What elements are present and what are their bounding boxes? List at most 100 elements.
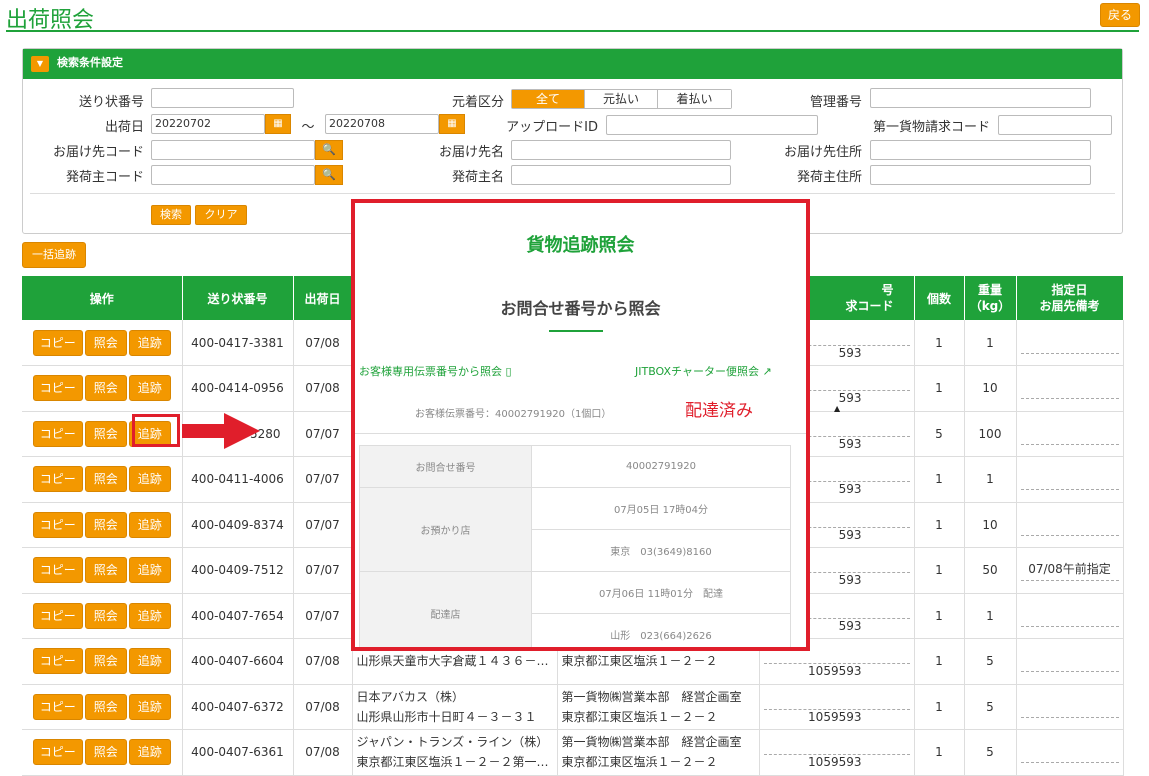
track-button[interactable]: 追跡: [128, 602, 171, 629]
upload-id-input[interactable]: [606, 115, 818, 135]
mgmt-no-input[interactable]: [870, 88, 1091, 108]
inquiry-button[interactable]: 照会: [84, 375, 127, 402]
detail-value: 山形 023(664)2626: [531, 613, 791, 647]
detail-value: 07月05日 17時04分: [531, 487, 791, 530]
search-panel-title: 検索条件設定: [57, 56, 123, 69]
shipper-address-input[interactable]: [870, 165, 1091, 185]
tracking-no-input[interactable]: [151, 88, 294, 108]
track-button[interactable]: 追跡: [128, 375, 171, 402]
tracking-cell[interactable]: 400-0407-7654: [182, 593, 294, 639]
copy-button[interactable]: コピー: [32, 329, 83, 356]
inquiry-button[interactable]: 照会: [84, 602, 127, 629]
delivery-code-input[interactable]: [151, 140, 315, 160]
track-button[interactable]: 追跡: [128, 329, 171, 356]
count-cell: 1: [914, 684, 965, 730]
copy-button[interactable]: コピー: [32, 420, 83, 447]
count-cell: 1: [914, 729, 965, 776]
row-actions: コピー 照会 追跡: [22, 365, 183, 412]
track-button[interactable]: 追跡: [128, 648, 171, 675]
track-button[interactable]: 追跡: [128, 511, 171, 538]
tracking-cell[interactable]: 400-0411-4006: [182, 456, 294, 503]
search-icon[interactable]: 🔍: [315, 165, 343, 185]
copy-button[interactable]: コピー: [32, 648, 83, 675]
col-ops: 操作: [22, 276, 183, 320]
highlight-box: [132, 414, 180, 447]
copy-button[interactable]: コピー: [32, 693, 83, 720]
note-cell: [1016, 456, 1124, 503]
date-from-input[interactable]: 20220702: [151, 114, 265, 134]
tracking-cell[interactable]: 400-0417-3381: [182, 320, 294, 366]
copy-button[interactable]: コピー: [32, 375, 83, 402]
tracking-cell[interactable]: 400-0407-6604: [182, 638, 294, 685]
tracking-cell[interactable]: 400-0409-7512: [182, 547, 294, 594]
copy-button[interactable]: コピー: [32, 739, 83, 766]
weight-cell: 1: [964, 320, 1017, 366]
date-cell: 07/08: [293, 320, 353, 366]
inquiry-button[interactable]: 照会: [84, 557, 127, 584]
date-to-input[interactable]: 20220708: [325, 114, 439, 134]
inquiry-button[interactable]: 照会: [84, 511, 127, 538]
inquiry-button[interactable]: 照会: [84, 466, 127, 493]
delivery-address-input[interactable]: [870, 140, 1091, 160]
title-divider: [6, 30, 1139, 32]
fare-option-cod[interactable]: 着払い: [658, 90, 731, 108]
jitbox-link[interactable]: JITBOXチャーター便照会 ↗: [635, 363, 772, 379]
track-button[interactable]: 追跡: [128, 466, 171, 493]
popup-subtitle: お問合せ番号から照会: [500, 299, 661, 318]
weight-cell: 5: [964, 729, 1017, 776]
track-button[interactable]: 追跡: [128, 693, 171, 720]
customer-slip-link[interactable]: お客様専用伝票番号から照会 ▯: [359, 363, 512, 379]
copy-button[interactable]: コピー: [32, 511, 83, 538]
destination-cell: ジャパン・トランズ・ライン（株） 東京都江東区塩浜１－２－２第一…: [352, 729, 558, 776]
table-row: コピー 照会 追跡 400-0407-6361 07/08 ジャパン・トランズ・ライン（株…: [22, 729, 1124, 776]
copy-button[interactable]: コピー: [32, 602, 83, 629]
row-actions: コピー 照会 追跡: [22, 456, 183, 503]
tracking-cell[interactable]: 400-0407-6372: [182, 684, 294, 730]
table-row: コピー 照会 追跡 400-0407-6372 07/08 日本アバカス（株） 山形県山形市…: [22, 684, 1124, 730]
tracking-cell[interactable]: 400-0414-0956: [182, 365, 294, 412]
delivery-status: 配達済み: [685, 401, 753, 421]
document-icon: ▯: [505, 365, 512, 378]
popup-underline: [549, 330, 603, 332]
delivery-name-input[interactable]: [511, 140, 731, 160]
note-cell: 07/08午前指定: [1016, 547, 1124, 594]
count-cell: 1: [914, 320, 965, 366]
tracking-cell[interactable]: 400-0407-6361: [182, 729, 294, 776]
billing-code-input[interactable]: [998, 115, 1112, 135]
tracking-cell[interactable]: 400-0409-8374: [182, 502, 294, 548]
track-button[interactable]: 追跡: [128, 739, 171, 766]
search-button[interactable]: 検索: [151, 205, 191, 225]
row-actions: コピー 照会 追跡: [22, 547, 183, 594]
clear-button[interactable]: クリア: [195, 205, 247, 225]
track-button[interactable]: 追跡: [128, 557, 171, 584]
calendar-icon[interactable]: ▦: [265, 114, 291, 134]
row-actions: コピー 照会 追跡: [22, 593, 183, 639]
inquiry-button[interactable]: 照会: [84, 693, 127, 720]
fare-type-selector: 全て 元払い 着払い: [511, 89, 732, 109]
shipper-name-input[interactable]: [511, 165, 731, 185]
note-cell: [1016, 320, 1124, 366]
col-date: 出荷日: [293, 276, 353, 320]
sort-up-icon[interactable]: ▲: [834, 404, 840, 413]
note-cell: [1016, 638, 1124, 685]
search-icon[interactable]: 🔍: [315, 140, 343, 160]
arrow-icon: [182, 413, 260, 449]
inquiry-button[interactable]: 照会: [84, 420, 127, 447]
fare-option-all[interactable]: 全て: [512, 90, 585, 108]
popup-title: 貨物追跡照会: [526, 235, 635, 256]
collapse-toggle-icon[interactable]: ▼: [31, 56, 49, 72]
count-cell: 5: [914, 411, 965, 457]
inquiry-button[interactable]: 照会: [84, 648, 127, 675]
bulk-track-button[interactable]: 一括追跡: [22, 242, 86, 268]
inquiry-button[interactable]: 照会: [84, 739, 127, 766]
copy-button[interactable]: コピー: [32, 466, 83, 493]
calendar-icon[interactable]: ▦: [439, 114, 465, 134]
fare-option-prepaid[interactable]: 元払い: [585, 90, 658, 108]
weight-cell: 5: [964, 638, 1017, 685]
shipper-code-input[interactable]: [151, 165, 315, 185]
inquiry-button[interactable]: 照会: [84, 329, 127, 356]
copy-button[interactable]: コピー: [32, 557, 83, 584]
back-button[interactable]: 戻る: [1100, 3, 1140, 27]
origin-cell: 第一貨物㈱営業本部 経営企画室 東京都江東区塩浜１－２－２: [557, 684, 760, 730]
external-link-icon: ↗: [762, 365, 772, 378]
